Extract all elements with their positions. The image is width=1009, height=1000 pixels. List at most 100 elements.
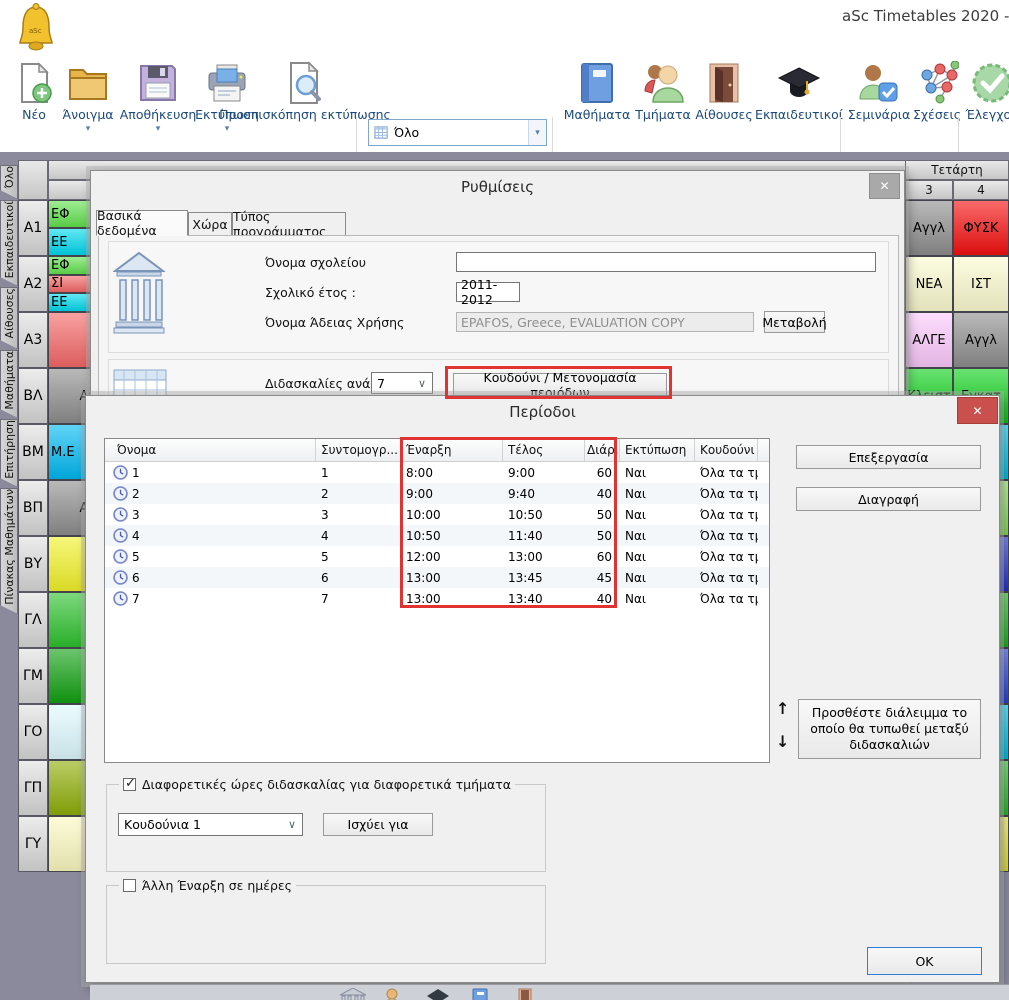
door-small-icon [518,988,532,1000]
period-abbr-cell: 1 [316,466,401,480]
periods-close-button[interactable]: ✕ [957,397,998,424]
row-header-ΓΜ[interactable]: ΓΜ [18,648,48,704]
open-folder-icon [66,61,110,105]
period-name-cell: 2 [105,486,316,501]
toolbar-button-label: Άνοιγμα [62,107,113,122]
toolbar-button-2[interactable]: Άνοιγμα ▾ [58,61,118,133]
period-column-3[interactable]: 3 [905,180,953,200]
timetable-cell[interactable]: Αγγλ [953,312,1009,368]
tab-country[interactable]: Χώρα [188,212,232,236]
row-header-ΓΟ[interactable]: ΓΟ [18,704,48,760]
toolbar-button-classes-people[interactable]: Τμήματα [632,61,694,122]
view-selector[interactable]: Όλο ▾ [368,119,547,146]
sidebar-tab-6[interactable]: Πίνακας Μαθημάτων [0,488,18,614]
lessons-per-day-value: 7 [377,376,385,391]
timetable-cell[interactable]: ΦΥΣΚ [953,200,1009,256]
period-bell-cell: Όλα τα τμή... [695,571,758,585]
tab-basic-data[interactable]: Βασικά δεδομένα [96,210,188,236]
school-year-input[interactable]: 2011-2012 [456,282,520,302]
settings-close-button[interactable]: ✕ [869,173,900,199]
toolbar-button-label: Σεμινάρια [848,107,910,122]
ok-button[interactable]: OK [867,947,982,975]
toolbar-button-4[interactable]: Εκτύπωση▾ [196,61,258,133]
edit-button[interactable]: Επεξεργασία [796,445,981,469]
column-header-abbr[interactable]: Συντομογρ... [316,439,401,461]
toolbar-button-relations[interactable]: Σχέσεις [912,61,962,122]
chevron-down-icon[interactable]: ▾ [156,125,161,133]
bells-select[interactable]: Κουδούνια 1 ∨ [118,813,303,836]
lessons-per-day-select[interactable]: 7 ∨ [371,372,433,394]
toolbar-button-label: Αίθουσες [695,107,752,122]
print-icon [205,61,249,105]
clock-icon [113,528,128,543]
clock-icon [113,549,128,564]
school-name-input[interactable] [456,252,876,272]
toolbar-button-teachers-cap[interactable]: Εκπαιδευτικοί [754,61,844,122]
sidebar-tab-4[interactable]: Μαθήματα [0,350,18,418]
timetable-cell[interactable]: Αγγλ [905,200,953,256]
toolbar-button-label: Εκπαιδευτικοί [755,107,843,122]
column-header-print[interactable]: Εκτύπωση [620,439,695,461]
row-header-ΒΛ[interactable]: ΒΛ [18,368,48,424]
row-header-ΓΛ[interactable]: ΓΛ [18,592,48,648]
row-header-ΒΠ[interactable]: ΒΠ [18,480,48,536]
book-small-icon [472,988,488,1000]
tab-program-type[interactable]: Τύπος προγράμματος [232,212,346,236]
chevron-down-icon[interactable]: ▾ [225,125,230,133]
view-selector-dropdown-button[interactable]: ▾ [528,120,546,145]
clock-icon [113,570,128,585]
row-header-Α1[interactable]: Α1 [18,200,48,256]
period-abbr-cell: 4 [316,529,401,543]
close-icon: ✕ [879,179,889,193]
table-grid-icon [374,125,389,140]
toolbar-button-3[interactable]: Αποθήκευση▾ [118,61,198,133]
sidebar-tab-label: Μαθήματα [3,351,16,414]
timetable-cell[interactable]: ΑΛΓΕ [905,312,953,368]
chevron-down-icon[interactable]: ▾ [86,125,91,133]
row-header-ΓΠ[interactable]: ΓΠ [18,760,48,816]
add-break-button[interactable]: Προσθέστε διάλειμμα το οποίο θα τυπωθεί … [798,699,981,759]
period-name-cell: 4 [105,528,316,543]
delete-button[interactable]: Διαγραφή [796,487,981,511]
close-icon: ✕ [972,404,982,418]
timetable-cell[interactable]: ΙΣΤ [953,256,1009,312]
column-header-name[interactable]: Όνομα [105,439,316,461]
period-bell-cell: Όλα τα τμή... [695,529,758,543]
relations-icon [915,61,959,105]
select-chevron-icon: ∨ [418,377,426,390]
period-name-cell: 7 [105,591,316,606]
row-header-Α2[interactable]: Α2 [18,256,48,312]
day-header-wednesday[interactable]: Τετάρτη [905,160,1009,180]
row-header-ΒΥ[interactable]: ΒΥ [18,536,48,592]
change-license-button[interactable]: Μεταβολή [764,311,825,333]
lessons-book-icon [575,61,619,105]
building-icon [338,988,368,1000]
person-icon [382,988,402,1000]
sidebar-tab-2[interactable]: Εκπαιδευτικοί [0,200,18,286]
column-header-bell[interactable]: Κουδούνι [695,439,758,461]
toolbar-button-lessons-book[interactable]: Μαθήματα [562,61,632,122]
toolbar-button-classrooms-door[interactable]: Αίθουσες [694,61,754,122]
toolbar-button-1[interactable]: Νέο [14,61,54,122]
toolbar-button-seminars[interactable]: Σεμινάρια [846,61,912,122]
sidebar-tab-3[interactable]: Αίθουσες [0,287,18,349]
license-name-field: EPAFOS, Greece, EVALUATION COPY [456,312,754,332]
applies-to-button[interactable]: Ισχύει για [323,813,433,836]
timetable-cell[interactable]: ΝΕΑ [905,256,953,312]
period-name-cell: 5 [105,549,316,564]
toolbar-button-check-badge[interactable]: Έλεγχος [964,61,1009,122]
sidebar-tab-5[interactable]: Επιτήρηση [0,419,18,487]
row-header-Α3[interactable]: Α3 [18,312,48,368]
period-name-cell: 1 [105,465,316,480]
annotation-box-bells-button [445,366,672,399]
toolbar-button-5[interactable]: Προεπισκόπηση εκτύπωσης [256,61,354,122]
row-header-ΒΜ[interactable]: ΒΜ [18,424,48,480]
period-column-4[interactable]: 4 [953,180,1009,200]
other-start-checkbox[interactable]: Άλλη Έναρξη σε ημέρες [119,878,296,893]
clock-icon [113,486,128,501]
row-header-ΓΥ[interactable]: ΓΥ [18,816,48,872]
different-hours-checkbox[interactable]: ✓ Διαφορετικές ώρες διδασκαλίας για διαφ… [119,777,515,792]
annotation-box-time-columns [400,437,617,608]
move-up-button[interactable]: ↑ [776,699,789,718]
move-down-button[interactable]: ↓ [776,732,789,751]
